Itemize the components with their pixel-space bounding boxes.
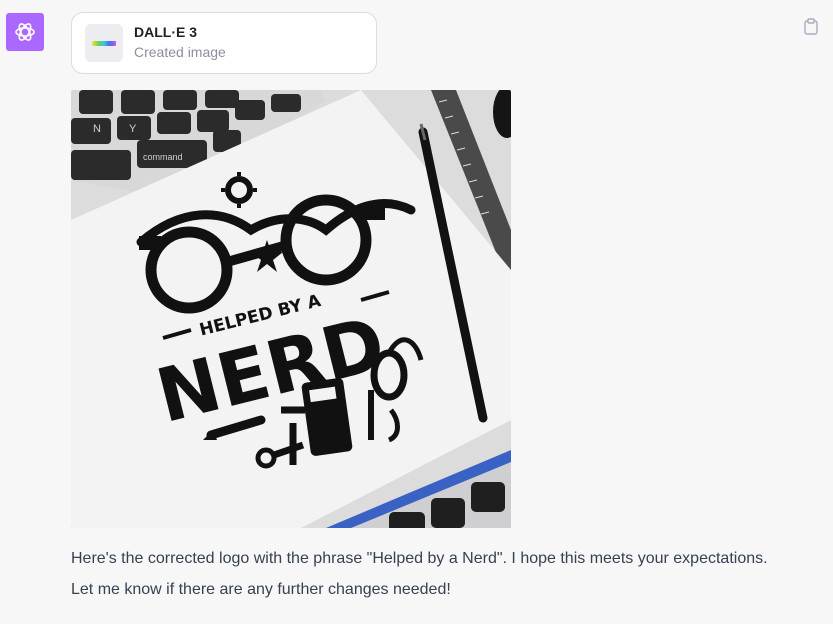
dalle-color-bar-icon bbox=[92, 40, 116, 46]
svg-text:Y: Y bbox=[129, 123, 137, 135]
dalle-thumbnail bbox=[85, 24, 123, 62]
generated-image[interactable]: N Y command HELPED BY A NERD bbox=[71, 90, 511, 528]
assistant-message: Here's the corrected logo with the phras… bbox=[71, 550, 768, 598]
clipboard-icon bbox=[804, 17, 818, 35]
svg-text:command: command bbox=[143, 152, 183, 162]
assistant-avatar bbox=[6, 13, 44, 51]
generated-image-art: N Y command HELPED BY A NERD bbox=[71, 90, 511, 528]
dalle-tool-card[interactable]: DALL·E 3 Created image bbox=[71, 12, 377, 74]
openai-logo-icon bbox=[15, 23, 35, 41]
tool-name: DALL·E 3 bbox=[134, 24, 197, 40]
svg-text:N: N bbox=[93, 123, 101, 135]
copy-button[interactable] bbox=[802, 16, 820, 36]
tool-status: Created image bbox=[134, 44, 226, 60]
